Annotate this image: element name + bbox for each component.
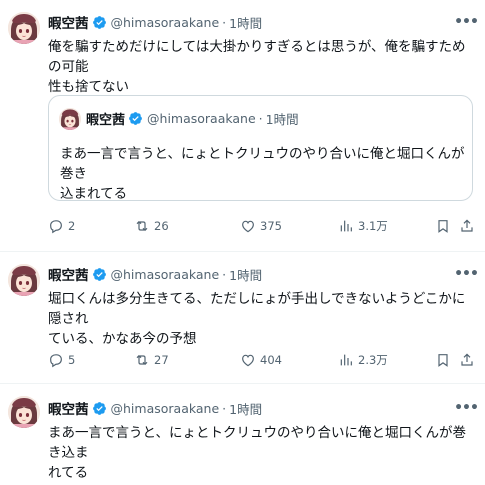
separator-dot: ·	[258, 110, 263, 126]
share-button[interactable]	[459, 216, 475, 236]
more-icon[interactable]: •••	[454, 399, 479, 417]
verified-badge-icon	[92, 267, 107, 282]
like-button[interactable]: 375	[240, 216, 282, 236]
author-name[interactable]: 暇空茜	[48, 264, 89, 284]
bookmark-button[interactable]	[435, 350, 451, 370]
quote-text-line: まあ一言で言うと、にょとトクリュウのやり合いに俺と堀口くんが巻き	[60, 146, 465, 182]
reply-icon	[48, 352, 64, 368]
separator-dot: ·	[222, 14, 227, 30]
like-icon	[240, 352, 256, 368]
repost-count: 26	[154, 219, 169, 233]
reply-button[interactable]: 5	[48, 350, 75, 370]
timestamp[interactable]: 1時間	[229, 399, 262, 418]
views-icon	[338, 352, 354, 368]
separator-dot: ·	[222, 400, 227, 416]
tweet-text-line: ている、かなあ今の予想	[48, 331, 197, 347]
tweet[interactable]: 暇空茜 @himasoraakane · 1時間 ••• 堀口くんは多分生きてる…	[0, 252, 485, 382]
tweet-header: 暇空茜 @himasoraakane · 1時間	[48, 264, 262, 285]
tweet-text: 俺を騙すためだけにしては大掛かりすぎるとは思うが、俺を騙すための可能 性も捨てな…	[48, 37, 473, 97]
like-count: 375	[260, 219, 282, 233]
repost-count: 27	[154, 353, 169, 367]
author-name: 暇空茜	[86, 112, 126, 128]
like-button[interactable]: 404	[240, 350, 282, 370]
author-name[interactable]: 暇空茜	[48, 12, 89, 32]
author-name[interactable]: 暇空茜	[48, 398, 89, 418]
view-count: 3.1万	[358, 219, 388, 233]
avatar[interactable]	[8, 264, 40, 296]
tweet-text-line: まあ一言で言うと、にょとトクリュウのやり合いに俺と堀口くんが巻き込ま	[48, 425, 466, 461]
separator-dot: ·	[222, 266, 227, 282]
tweet-text-line: れてる	[48, 465, 89, 481]
timestamp[interactable]: 1時間	[229, 265, 262, 284]
repost-icon	[134, 352, 150, 368]
views-button[interactable]: 2.3万	[338, 350, 388, 370]
like-icon	[240, 218, 256, 234]
like-count: 404	[260, 353, 282, 367]
tweet[interactable]: 暇空茜 @himasoraakane · 1時間 ••• まあ一言で言うと、にょ…	[0, 384, 485, 485]
verified-badge-icon	[92, 15, 107, 30]
views-button[interactable]: 3.1万	[338, 216, 388, 236]
reply-icon	[48, 218, 64, 234]
author-handle[interactable]: @himasoraakane	[111, 401, 220, 416]
bookmark-icon	[435, 218, 451, 234]
avatar[interactable]	[8, 396, 40, 428]
repost-icon	[134, 218, 150, 234]
more-icon[interactable]: •••	[454, 265, 479, 283]
reply-button[interactable]: 2	[48, 216, 75, 236]
reply-count: 5	[68, 353, 76, 367]
quote-header: 暇空茜 @himasoraakane · 1時間	[86, 108, 299, 128]
quote-text-line: 込まれてる	[60, 186, 128, 202]
repost-button[interactable]: 26	[134, 216, 169, 236]
avatar	[59, 108, 81, 130]
share-icon	[459, 352, 475, 368]
tweet-header: 暇空茜 @himasoraakane · 1時間	[48, 12, 262, 33]
verified-badge-icon	[128, 111, 143, 126]
tweet-text-line: 堀口くんは多分生きてる、ただしにょが手出しできないようどこかに隠され	[48, 291, 466, 327]
action-bar: 5 27 404 2.3万	[48, 350, 473, 370]
repost-button[interactable]: 27	[134, 350, 169, 370]
views-icon	[338, 218, 354, 234]
author-handle[interactable]: @himasoraakane	[111, 267, 220, 282]
author-handle: @himasoraakane	[147, 110, 256, 126]
bookmark-icon	[435, 352, 451, 368]
author-handle[interactable]: @himasoraakane	[111, 15, 220, 30]
timestamp[interactable]: 1時間	[229, 13, 262, 32]
verified-badge-icon	[92, 401, 107, 416]
share-icon	[459, 218, 475, 234]
quote-tweet[interactable]: 暇空茜 @himasoraakane · 1時間 まあ一言で言うと、にょとトクリ…	[48, 95, 473, 204]
view-count: 2.3万	[358, 353, 388, 367]
avatar[interactable]	[8, 12, 40, 44]
tweet-text: まあ一言で言うと、にょとトクリュウのやり合いに俺と堀口くんが巻き込ま れてる	[48, 423, 473, 483]
quote-text: まあ一言で言うと、にょとトクリュウのやり合いに俺と堀口くんが巻き 込まれてる	[60, 144, 465, 204]
bookmark-button[interactable]	[435, 216, 451, 236]
timestamp: 1時間	[265, 111, 299, 127]
tweet-text: 堀口くんは多分生きてる、ただしにょが手出しできないようどこかに隠され ている、か…	[48, 289, 473, 349]
action-bar: 2 26 375 3.1万	[48, 216, 473, 236]
tweet-header: 暇空茜 @himasoraakane · 1時間	[48, 398, 262, 419]
share-button[interactable]	[459, 350, 475, 370]
tweet[interactable]: 暇空茜 @himasoraakane · 1時間 ••• 俺を騙すためだけにして…	[0, 0, 485, 250]
more-icon[interactable]: •••	[454, 13, 479, 31]
tweet-text-line: 性も捨てない	[48, 79, 129, 95]
reply-count: 2	[68, 219, 76, 233]
tweet-text-line: 俺を騙すためだけにしては大掛かりすぎるとは思うが、俺を騙すための可能	[48, 39, 466, 75]
